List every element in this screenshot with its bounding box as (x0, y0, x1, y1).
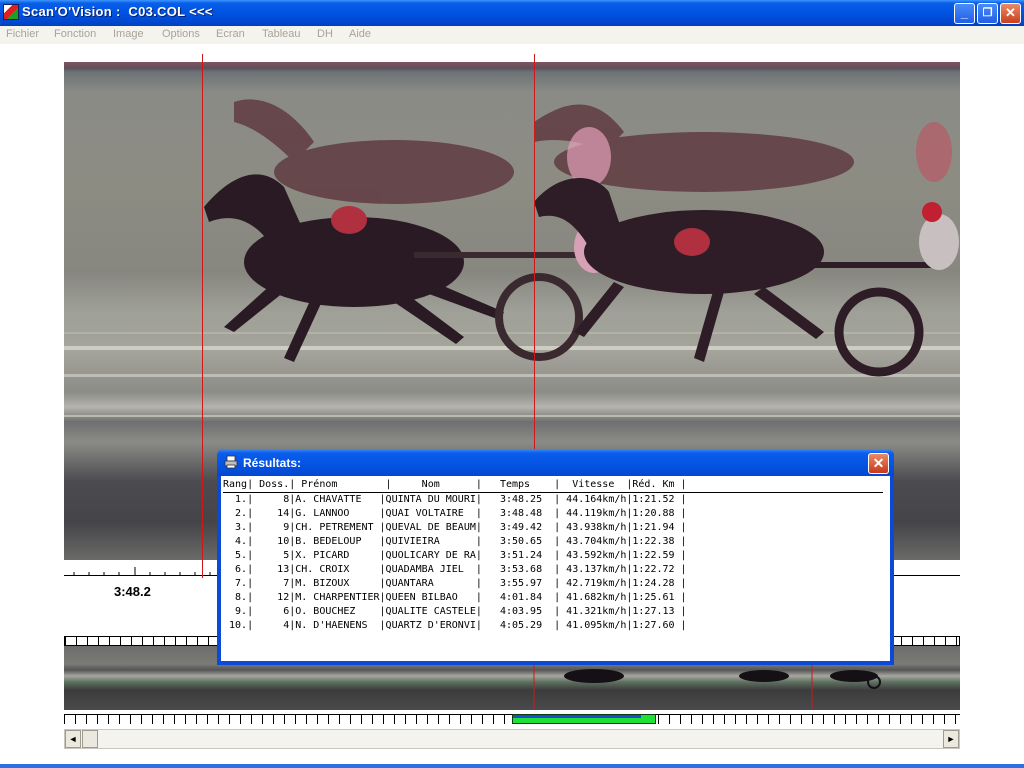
view-window-bar (513, 715, 641, 718)
printer-icon (224, 455, 238, 469)
cursor-time-label: 3:48.2 (114, 584, 151, 599)
cursor-line-bottom (202, 560, 203, 578)
result-row[interactable]: 1.| 8|A. CHAVATTE |QUINTA DU MOURI| 3:48… (223, 493, 885, 507)
menu-fichier[interactable]: Fichier (6, 28, 39, 40)
results-dialog: Résultats: ✕ Rang| Doss.| Prénom | Nom |… (217, 449, 894, 665)
results-table: Rang| Doss.| Prénom | Nom | Temps | Vite… (221, 476, 890, 661)
result-row[interactable]: 4.| 10|B. BEDELOUP |QUIVIEIRA | 3:50.65 … (223, 535, 885, 549)
menu-image[interactable]: Image (113, 28, 144, 40)
dialog-title-bar[interactable]: Résultats: ✕ (217, 449, 894, 476)
menu-tableau[interactable]: Tableau (262, 28, 301, 40)
minimize-button[interactable]: _ (954, 3, 975, 24)
menu-fonction[interactable]: Fonction (54, 28, 96, 40)
horizontal-scrollbar[interactable]: ◄ ► (64, 729, 960, 749)
restore-button[interactable]: ❐ (977, 3, 998, 24)
app-icon[interactable] (3, 4, 19, 20)
result-row[interactable]: 9.| 6|O. BOUCHEZ |QUALITE CASTELE| 4:03.… (223, 605, 885, 619)
window-title: Scan'O'Vision : C03.COL <<< (22, 4, 213, 19)
time-cursor-line[interactable] (202, 62, 203, 560)
taskbar-edge (0, 764, 1024, 768)
menu-ecran[interactable]: Ecran (216, 28, 245, 40)
result-row[interactable]: 3.| 9|CH. PETREMENT |QUEVAL DE BEAUM| 3:… (223, 521, 885, 535)
close-button[interactable]: ✕ (1000, 3, 1021, 24)
menu-bar: Fichier Fonction Image Options Ecran Tab… (0, 26, 1024, 44)
result-row[interactable]: 8.| 12|M. CHARPENTIER|QUEEN BILBAO | 4:0… (223, 591, 885, 605)
scroll-right-button[interactable]: ► (943, 730, 959, 748)
dialog-title: Résultats: (243, 456, 302, 470)
menu-aide[interactable]: Aide (349, 28, 371, 40)
result-row[interactable]: 2.| 14|G. LANNOO |QUAI VOLTAIRE | 3:48.4… (223, 507, 885, 521)
title-bar: Scan'O'Vision : C03.COL <<< _ ❐ ✕ (0, 0, 1024, 26)
result-row[interactable]: 6.| 13|CH. CROIX |QUADAMBA JIEL | 3:53.6… (223, 563, 885, 577)
cursor-line-top (534, 54, 535, 64)
scroll-left-button[interactable]: ◄ (65, 730, 81, 748)
menu-dh[interactable]: DH (317, 28, 333, 40)
dialog-close-button[interactable]: ✕ (868, 453, 889, 474)
result-row[interactable]: 10.| 4|N. D'HAENENS |QUARTZ D'ERONVI| 4:… (223, 619, 885, 633)
scroll-thumb[interactable] (82, 730, 98, 748)
cursor-line-top (202, 54, 203, 64)
result-row[interactable]: 7.| 7|M. BIZOUX |QUANTARA | 3:55.97 | 42… (223, 577, 885, 591)
results-header: Rang| Doss.| Prénom | Nom | Temps | Vite… (223, 478, 883, 493)
view-window-marker[interactable] (512, 714, 656, 724)
menu-options[interactable]: Options (162, 28, 200, 40)
ruler-ticks (73, 567, 211, 576)
result-row[interactable]: 5.| 5|X. PICARD |QUOLICARY DE RA| 3:51.2… (223, 549, 885, 563)
